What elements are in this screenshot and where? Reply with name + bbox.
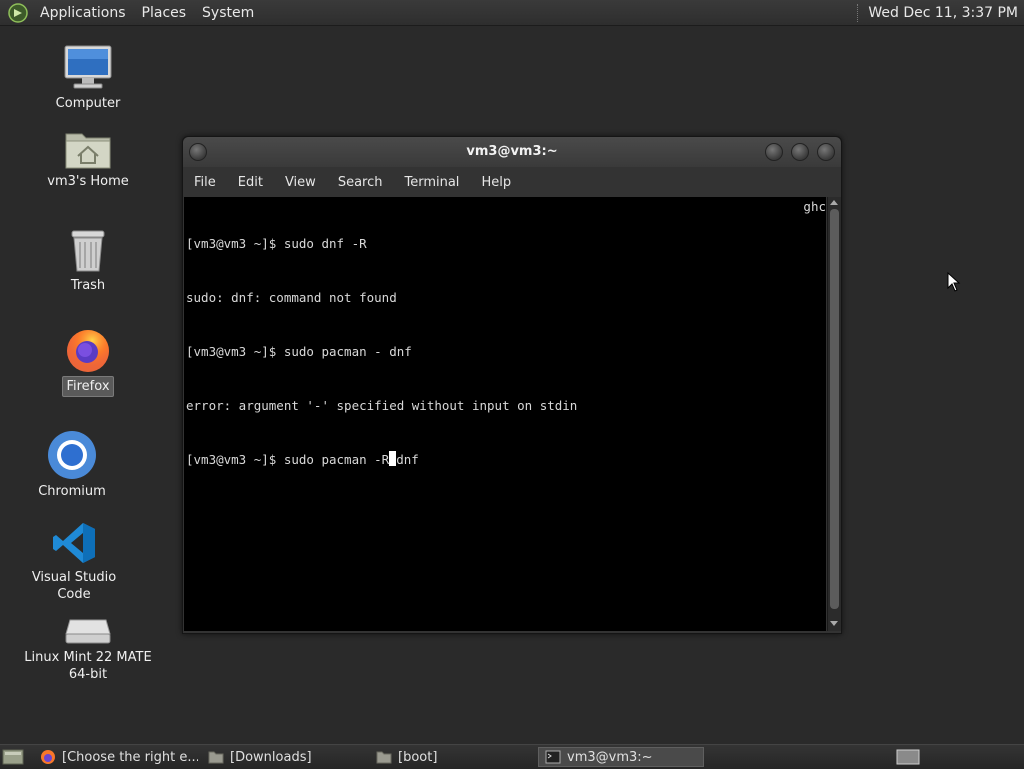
desktop-icon-label: Computer xyxy=(55,96,121,111)
taskbar-item-label: [Downloads] xyxy=(230,749,312,765)
desktop-icon-label: vm3's Home xyxy=(47,174,129,189)
terminal-scrollbar[interactable] xyxy=(827,197,841,631)
taskbar-item-label: [Choose the right e... xyxy=(62,749,198,765)
desktop-icon-chromium[interactable]: Chromium xyxy=(22,430,122,501)
maximize-button[interactable] xyxy=(791,143,809,161)
bottom-panel: [Choose the right e... [Downloads] [boot… xyxy=(0,744,1024,769)
vscode-icon xyxy=(53,523,95,563)
scrollbar-thumb[interactable] xyxy=(830,209,839,609)
menu-view[interactable]: View xyxy=(274,175,327,190)
show-desktop-icon[interactable] xyxy=(2,748,24,766)
system-menu[interactable]: System xyxy=(194,5,262,21)
menu-help[interactable]: Help xyxy=(470,175,522,190)
firefox-icon xyxy=(41,750,55,764)
desktop-icon-home[interactable]: vm3's Home xyxy=(38,128,138,191)
terminal-line: error: argument '-' specified without in… xyxy=(186,398,578,413)
folder-icon xyxy=(208,751,224,764)
computer-icon xyxy=(64,45,112,89)
command-after-cursor: dnf xyxy=(396,452,419,467)
firefox-icon xyxy=(67,330,109,372)
places-menu[interactable]: Places xyxy=(134,5,195,21)
terminal-line: [vm3@vm3 ~]$ sudo dnf -R xyxy=(186,236,367,251)
terminal-line: sudo: dnf: command not found xyxy=(186,290,397,305)
desktop-icon-label: Chromium xyxy=(38,484,106,499)
applications-menu[interactable]: Applications xyxy=(32,5,134,21)
drive-icon xyxy=(65,619,111,644)
home-folder-icon xyxy=(65,133,111,169)
panel-separator xyxy=(857,3,860,22)
desktop-icon-vscode[interactable]: Visual Studio Code xyxy=(14,520,134,604)
minimize-button[interactable] xyxy=(765,143,783,161)
desktop-icon-firefox[interactable]: Firefox xyxy=(38,326,138,397)
menu-search[interactable]: Search xyxy=(327,175,394,190)
taskbar-item-label: [boot] xyxy=(398,749,438,765)
menu-edit[interactable]: Edit xyxy=(227,175,274,190)
menu-terminal[interactable]: Terminal xyxy=(393,175,470,190)
terminal-menubar: File Edit View Search Terminal Help xyxy=(183,168,841,196)
terminal-output[interactable]: [vm3@vm3 ~]$ sudo dnf -R sudo: dnf: comm… xyxy=(184,197,826,631)
terminal-right-label: ghc xyxy=(803,199,826,214)
menu-file[interactable]: File xyxy=(183,175,227,190)
desktop-icon-label: Visual Studio Code xyxy=(31,570,117,602)
taskbar-item-downloads[interactable]: [Downloads] xyxy=(202,747,366,767)
desktop-icon-linux-mint-drive[interactable]: Linux Mint 22 MATE 64-bit xyxy=(18,614,158,684)
mate-logo-icon[interactable] xyxy=(8,2,28,23)
trash-icon xyxy=(71,230,105,272)
scroll-up-arrow-icon[interactable] xyxy=(830,200,838,205)
terminal-titlebar[interactable]: vm3@vm3:~ xyxy=(183,137,841,167)
desktop-icon-trash[interactable]: Trash xyxy=(38,228,138,295)
terminal-window[interactable]: vm3@vm3:~ File Edit View Search Terminal… xyxy=(182,136,842,634)
desktop-icon-label: Firefox xyxy=(62,376,114,397)
workspace-switcher-icon[interactable] xyxy=(896,749,920,765)
taskbar-item-terminal[interactable]: vm3@vm3:~ xyxy=(538,747,704,767)
terminal-current-line[interactable]: [vm3@vm3 ~]$ sudo pacman -R dnf xyxy=(186,451,826,469)
clock[interactable]: Wed Dec 11, 3:37 PM xyxy=(868,5,1024,21)
folder-icon xyxy=(376,751,392,764)
desktop-icon-label: Trash xyxy=(70,278,106,293)
top-panel: Applications Places System Wed Dec 11, 3… xyxy=(0,0,1024,26)
taskbar-item-label: vm3@vm3:~ xyxy=(567,749,653,765)
taskbar-item-firefox[interactable]: [Choose the right e... xyxy=(34,747,198,767)
taskbar-item-boot[interactable]: [boot] xyxy=(370,747,534,767)
scroll-down-arrow-icon[interactable] xyxy=(830,621,838,626)
terminal-title: vm3@vm3:~ xyxy=(466,144,558,159)
terminal-line: [vm3@vm3 ~]$ sudo pacman - dnf xyxy=(186,344,412,359)
desktop-icon-computer[interactable]: Computer xyxy=(38,44,138,113)
terminal-icon xyxy=(545,750,561,764)
close-button[interactable] xyxy=(817,143,835,161)
chromium-icon xyxy=(48,431,96,479)
desktop-icon-label: Linux Mint 22 MATE 64-bit xyxy=(24,650,152,682)
command-before-cursor: [vm3@vm3 ~]$ sudo pacman -R xyxy=(186,452,390,467)
mouse-pointer-icon xyxy=(947,272,961,292)
